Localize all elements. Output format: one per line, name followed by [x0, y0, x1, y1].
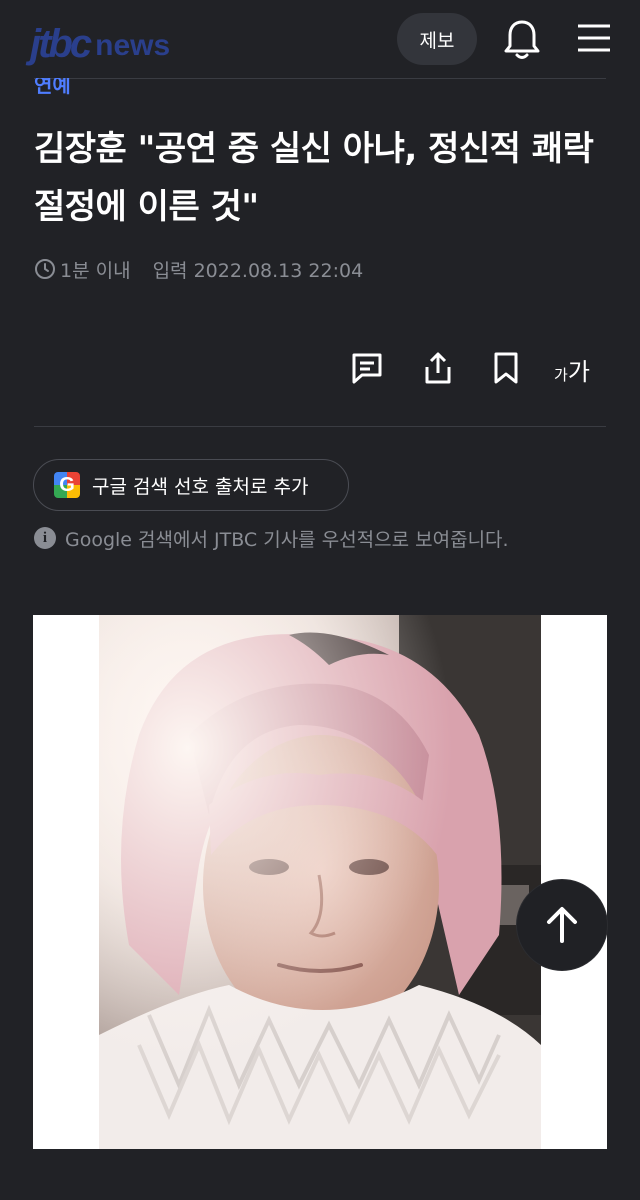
share-button[interactable]: [418, 346, 458, 390]
share-icon: [425, 352, 451, 384]
clock-icon: [35, 259, 55, 279]
comment-icon: [352, 353, 382, 384]
article-photo[interactable]: [33, 615, 607, 1149]
google-info-text: Google 검색에서 JTBC 기사를 우선적으로 보여줍니다.: [65, 528, 509, 551]
logo-jtbc: jtbc: [30, 22, 92, 66]
header-divider: [34, 78, 606, 79]
photo-image: [99, 615, 541, 1149]
google-logo-icon: G: [54, 472, 80, 498]
font-size-small: 가: [554, 366, 568, 384]
comment-button[interactable]: [347, 346, 387, 390]
report-button[interactable]: 제보: [397, 13, 477, 65]
google-preferred-source-button[interactable]: G 구글 검색 선호 출처로 추가: [33, 459, 349, 511]
google-info: i Google 검색에서 JTBC 기사를 우선적으로 보여줍니다.: [34, 523, 509, 553]
logo-news: news: [95, 29, 171, 62]
google-chip-label: 구글 검색 선호 출처로 추가: [92, 475, 309, 498]
font-size-button[interactable]: 가가: [554, 352, 590, 387]
article-category[interactable]: 연예: [34, 78, 71, 98]
bookmark-button[interactable]: [486, 346, 526, 390]
article-toolbar: 가가: [0, 346, 640, 396]
bookmark-icon: [494, 352, 518, 384]
article-page: jtbc news 제보 연예 김장훈 "공연 중 실신 아냐, 정신적 쾌락 …: [0, 0, 640, 1200]
hamburger-menu-icon[interactable]: [574, 20, 614, 56]
jtbc-news-logo[interactable]: jtbc news: [30, 22, 170, 66]
article-title: 김장훈 "공연 중 실신 아냐, 정신적 쾌락 절정에 이른 것": [34, 129, 594, 227]
article-meta: 1분 이내 입력 2022.08.13 22:04: [34, 254, 363, 284]
arrow-up-icon: [547, 907, 577, 943]
portrait-illustration: [99, 615, 541, 1149]
toolbar-divider: [34, 426, 606, 427]
bell-icon[interactable]: [502, 18, 542, 60]
font-size-large: 가: [567, 358, 590, 386]
scroll-to-top-button[interactable]: [516, 879, 608, 971]
read-time: 1분 이내: [60, 259, 131, 282]
top-header: jtbc news 제보: [0, 0, 640, 78]
published-date: 입력 2022.08.13 22:04: [152, 259, 364, 282]
info-icon: i: [34, 527, 56, 549]
